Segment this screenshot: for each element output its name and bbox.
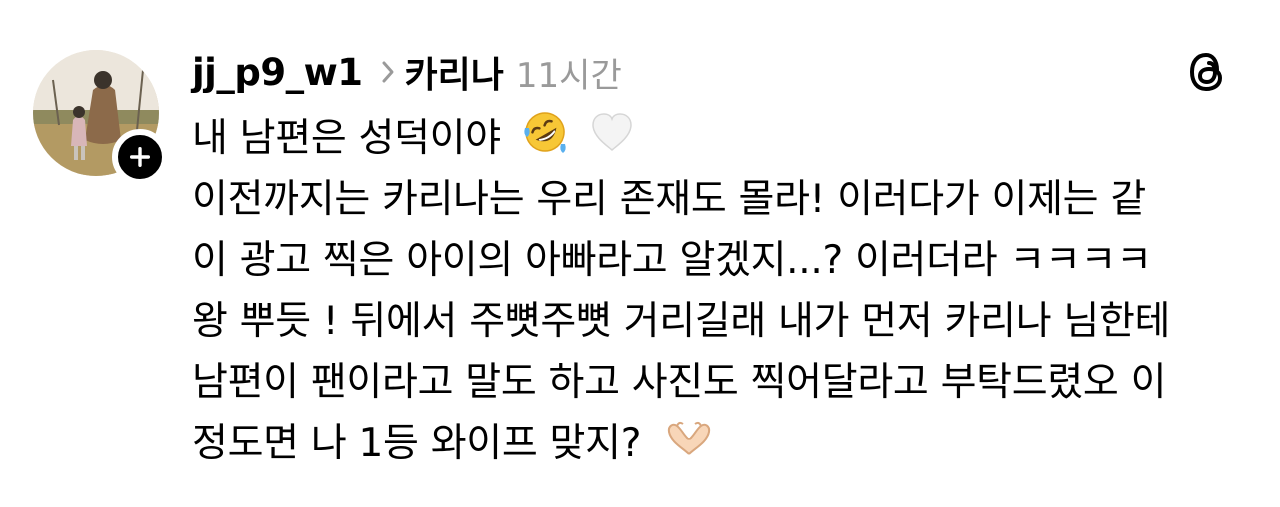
post-text: 이 광고 찍은 아이의 아빠라고 알겠지...? 이러더라 ㅋㅋㅋㅋ [192,238,1152,283]
post-text: 왕 뿌듯 ! 뒤에서 주뼛주뼛 거리길래 내가 먼저 카리나 님한테 [192,299,1171,344]
post-line-3: 이 광고 찍은 아이의 아빠라고 알겠지...? 이러더라 ㅋㅋㅋㅋ [192,230,1252,291]
post-text: 이전까지는 카리나는 우리 존재도 몰라! 이러다가 이제는 같 [192,177,1146,222]
tagged-topic-link[interactable]: 카리나 [405,46,504,98]
post-text: 내 남편은 성덕이야 [192,116,501,161]
username-link[interactable]: jj_p9_w1 [192,51,363,94]
white-heart-emoji [589,110,635,172]
post-line-1: 내 남편은 성덕이야 [192,108,1252,169]
plus-icon [130,147,150,167]
post-line-5: 남편이 팬이라고 말도 하고 사진도 찍어달라고 부탁드렸오 이 [192,352,1252,413]
rolling-on-floor-laughing-emoji [523,110,567,172]
heart-hands-emoji [663,415,715,476]
avatar-container[interactable] [33,50,168,185]
chevron-right-icon [381,60,395,84]
post-text: 정도면 나 1등 와이프 맞지? [192,421,642,466]
threads-logo-icon[interactable] [1184,48,1232,96]
follow-button[interactable] [112,129,168,185]
post-header: jj_p9_w1 카리나 11시간 [192,44,622,100]
post-body: 내 남편은 성덕이야 이전까지는 카리나는 우리 존재도 몰라! 이러다가 이제… [192,108,1252,474]
post-timestamp: 11시간 [515,55,622,96]
post-line-4: 왕 뿌듯 ! 뒤에서 주뼛주뼛 거리길래 내가 먼저 카리나 님한테 [192,291,1252,352]
post-text: 남편이 팬이라고 말도 하고 사진도 찍어달라고 부탁드렸오 이 [192,360,1167,405]
post-line-6: 정도면 나 1등 와이프 맞지? [192,413,1252,474]
post-line-2: 이전까지는 카리나는 우리 존재도 몰라! 이러다가 이제는 같 [192,169,1252,230]
